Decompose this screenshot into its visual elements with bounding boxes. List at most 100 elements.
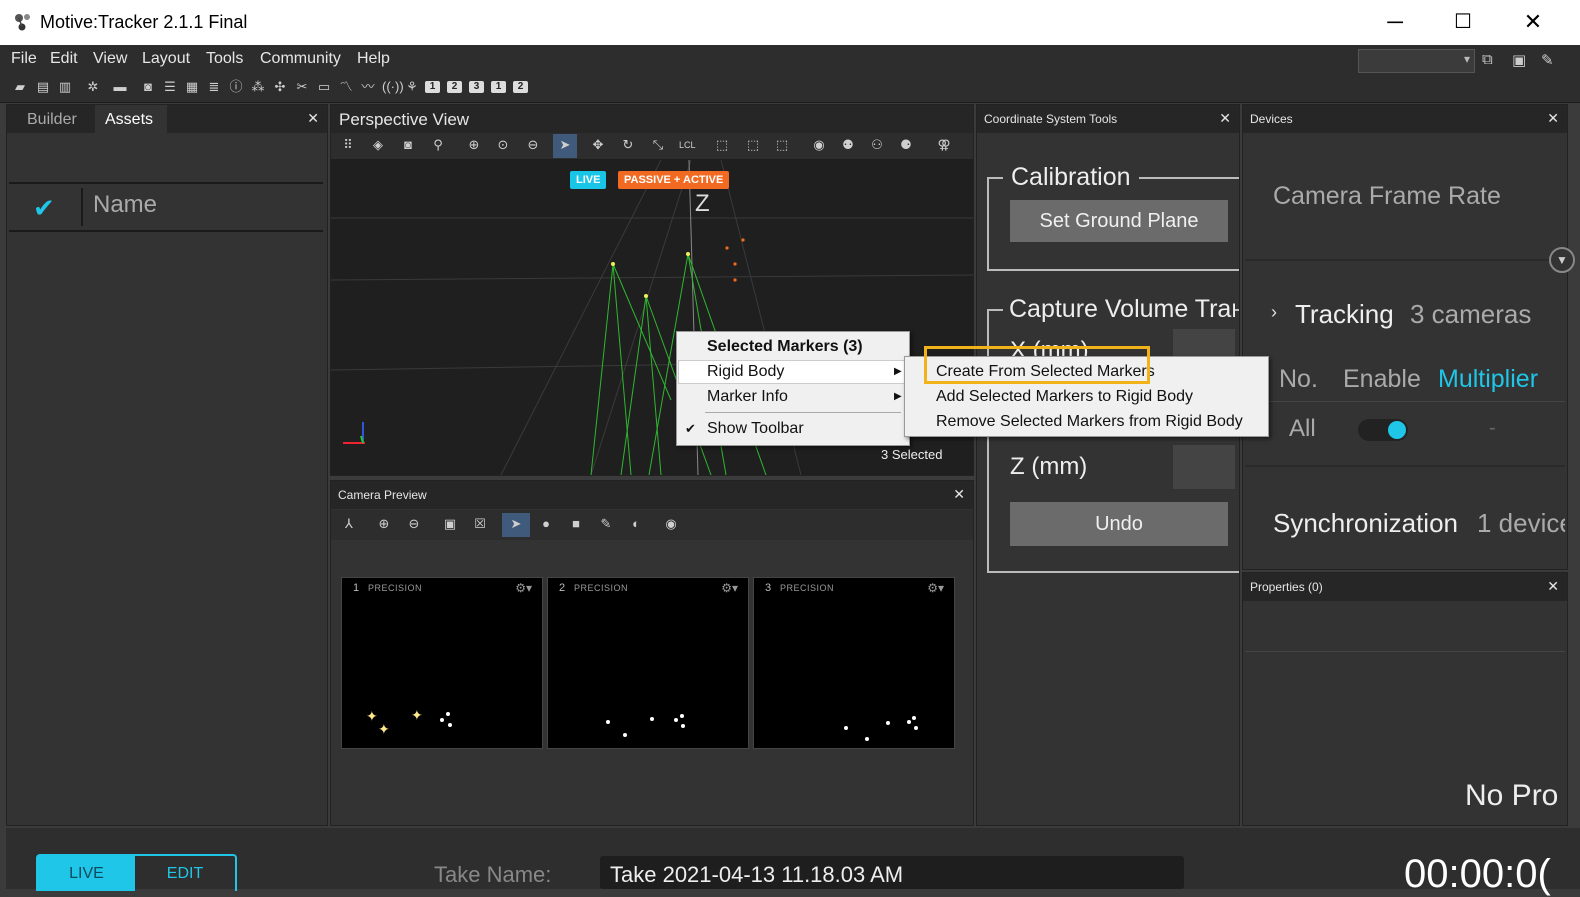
- move-icon[interactable]: ✥: [590, 137, 606, 153]
- zoom-out-icon[interactable]: ⊖: [406, 516, 422, 532]
- maximize-button[interactable]: ☐: [1440, 6, 1486, 38]
- rotate-icon[interactable]: ↻: [620, 137, 636, 153]
- menu-item-show-toolbar[interactable]: Show Toolbar: [707, 420, 804, 438]
- select-box-icon[interactable]: ⬚: [714, 137, 730, 153]
- expand-down-icon[interactable]: ▼: [1549, 247, 1575, 273]
- tracking-label[interactable]: Tracking: [1295, 299, 1394, 330]
- layout-2-button[interactable]: 2: [447, 81, 462, 93]
- pen-icon[interactable]: ✎: [598, 516, 614, 532]
- layout-5-button[interactable]: 2: [513, 81, 528, 93]
- menu-item-rigid-body[interactable]: Rigid Body: [707, 363, 784, 381]
- square-tool-icon[interactable]: ■: [568, 516, 584, 532]
- layout-1-button[interactable]: 1: [425, 81, 440, 93]
- nodes-icon[interactable]: ⚲: [430, 137, 446, 153]
- graph-icon[interactable]: 〽: [338, 79, 354, 95]
- assets-close-button[interactable]: ✕: [307, 110, 319, 127]
- graph2-icon[interactable]: 〰: [360, 79, 376, 95]
- live-mode-button[interactable]: LIVE: [38, 856, 135, 891]
- coordinate-tools-close-button[interactable]: ✕: [1219, 110, 1231, 127]
- layout-3-button[interactable]: 3: [469, 81, 484, 93]
- set-ground-plane-button[interactable]: Set Ground Plane: [1010, 200, 1228, 242]
- tools-icon[interactable]: ✂: [294, 79, 310, 95]
- axis-icon[interactable]: ⅄: [341, 516, 357, 532]
- info-icon[interactable]: ⓘ: [228, 79, 244, 95]
- camera-tile[interactable]: 1 PRECISION ⚙▾ ✦ ✦ ✦: [341, 577, 543, 749]
- gear-icon[interactable]: ⚙▾: [721, 581, 738, 595]
- mask-icon[interactable]: ▣: [442, 516, 458, 532]
- tab-builder[interactable]: Builder: [27, 111, 77, 129]
- close-window-button[interactable]: ✕: [1510, 6, 1556, 38]
- settings-icon[interactable]: ✲: [85, 79, 101, 95]
- menu-item-marker-info[interactable]: Marker Info: [707, 388, 788, 406]
- scale-icon[interactable]: ⤡: [650, 137, 666, 153]
- remove-markers-from-rigid-body[interactable]: Remove Selected Markers from Rigid Body: [936, 413, 1243, 431]
- layout-window-icon[interactable]: ▣: [1512, 51, 1526, 69]
- undo-button[interactable]: Undo: [1010, 502, 1228, 546]
- add-markers-to-rigid-body[interactable]: Add Selected Markers to Rigid Body: [936, 388, 1193, 406]
- layout-save-icon[interactable]: ⧉: [1482, 51, 1493, 68]
- zoom-in-icon[interactable]: ⊕: [466, 137, 482, 153]
- marker-search-icon[interactable]: ⚇: [869, 137, 885, 153]
- zoom-out-icon[interactable]: ⊖: [525, 137, 541, 153]
- skeleton-icon[interactable]: ✣: [272, 79, 288, 95]
- menu-layout[interactable]: Layout: [142, 50, 190, 68]
- broadcast-icon[interactable]: ((·)): [382, 79, 404, 95]
- checkmark-icon[interactable]: ✔: [33, 193, 55, 224]
- menu-tools[interactable]: Tools: [206, 50, 243, 68]
- database-icon[interactable]: ☰: [162, 79, 178, 95]
- enable-toggle[interactable]: [1358, 419, 1408, 441]
- menu-file[interactable]: File: [11, 50, 37, 68]
- col-enable-header[interactable]: Enable: [1343, 365, 1421, 394]
- visibility-icon[interactable]: ◉: [811, 137, 827, 153]
- select-remove-icon[interactable]: ⬚: [774, 137, 790, 153]
- menu-help[interactable]: Help: [357, 50, 390, 68]
- menu-view[interactable]: View: [93, 50, 127, 68]
- toggle-icon[interactable]: ◐: [628, 516, 644, 532]
- devices-close-button[interactable]: ✕: [1547, 110, 1559, 127]
- eye-icon[interactable]: ◉: [663, 516, 679, 532]
- col-multiplier-header[interactable]: Multiplier: [1438, 365, 1538, 394]
- tab-assets[interactable]: Assets: [105, 111, 153, 129]
- marker-icon[interactable]: ⚉: [840, 137, 856, 153]
- menu-community[interactable]: Community: [260, 50, 341, 68]
- properties-close-button[interactable]: ✕: [1547, 578, 1559, 595]
- circle-tool-icon[interactable]: ●: [538, 516, 554, 532]
- save-all-icon[interactable]: ▥: [57, 79, 73, 95]
- network-icon[interactable]: ⁂: [250, 79, 266, 95]
- calibration-icon[interactable]: ▦: [184, 79, 200, 95]
- column-name-header[interactable]: Name: [93, 191, 157, 219]
- panel-icon[interactable]: ▬: [112, 79, 128, 95]
- minimize-button[interactable]: ─: [1372, 6, 1418, 38]
- gear-icon[interactable]: ⚙▾: [927, 581, 944, 595]
- skeleton-view-icon[interactable]: ⚢: [936, 137, 952, 153]
- cube-icon[interactable]: ◈: [370, 137, 386, 153]
- probe-icon[interactable]: ⚘: [404, 79, 420, 95]
- grid-icon[interactable]: ⠿: [340, 137, 356, 153]
- menu-edit[interactable]: Edit: [50, 50, 78, 68]
- pointer-icon[interactable]: ➤: [557, 137, 573, 153]
- list-icon[interactable]: ≣: [206, 79, 222, 95]
- chevron-right-icon[interactable]: ›: [1271, 302, 1277, 323]
- camera-tile[interactable]: 2 PRECISION ⚙▾: [547, 577, 749, 749]
- z-input[interactable]: [1173, 445, 1235, 489]
- layout-edit-icon[interactable]: ✎: [1541, 51, 1554, 69]
- select-add-icon[interactable]: ⬚: [745, 137, 761, 153]
- pointer-icon[interactable]: ➤: [508, 516, 524, 532]
- camera-preview-close-button[interactable]: ✕: [953, 486, 965, 503]
- device-icon[interactable]: ▭: [316, 79, 332, 95]
- marker-link-icon[interactable]: ⚈: [898, 137, 914, 153]
- save-icon[interactable]: ▤: [35, 79, 51, 95]
- col-no-header[interactable]: No.: [1279, 365, 1318, 394]
- take-name-input[interactable]: Take 2021-04-13 11.18.03 AM: [600, 856, 1184, 889]
- synchronization-label[interactable]: Synchronization: [1273, 508, 1458, 539]
- layout-select[interactable]: [1358, 49, 1475, 73]
- multiplier-value[interactable]: -: [1489, 417, 1496, 440]
- layout-4-button[interactable]: 1: [491, 81, 506, 93]
- zoom-in-icon[interactable]: ⊕: [376, 516, 392, 532]
- clear-mask-icon[interactable]: ☒: [472, 516, 488, 532]
- open-icon[interactable]: ▰: [12, 79, 28, 95]
- edit-mode-button[interactable]: EDIT: [135, 856, 235, 891]
- camera-icon[interactable]: ◙: [140, 79, 156, 95]
- camera-tile[interactable]: 3 PRECISION ⚙▾: [753, 577, 955, 749]
- local-icon[interactable]: LCL: [679, 137, 696, 153]
